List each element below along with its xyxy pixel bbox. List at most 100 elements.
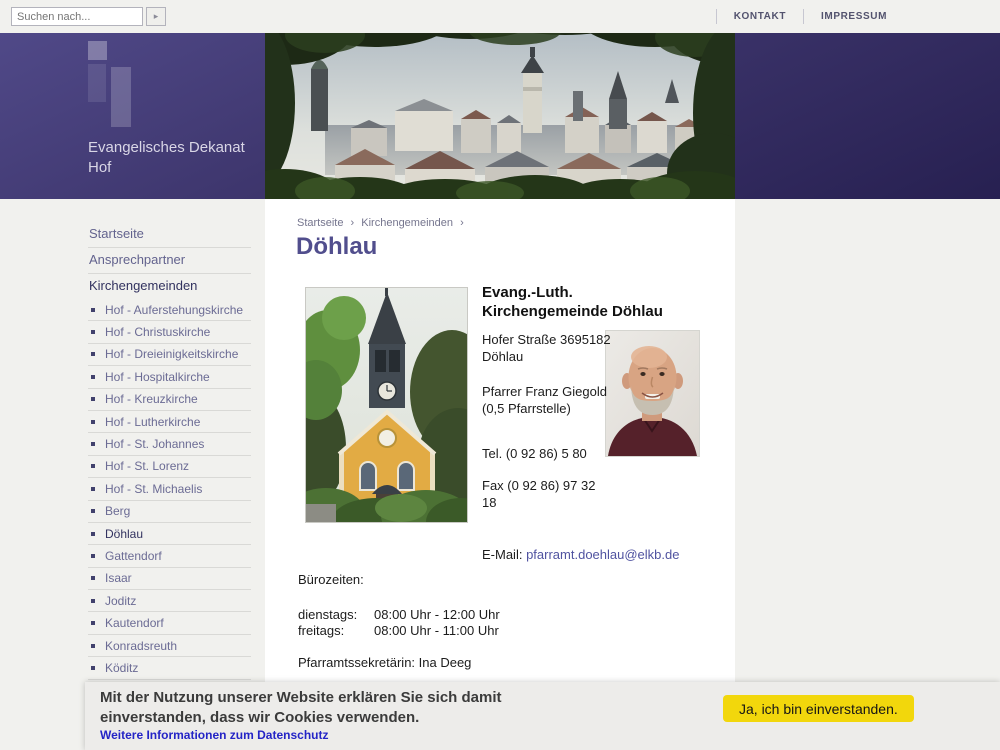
bullet-icon [91, 532, 95, 536]
sidebar-item-label: Köditz [105, 661, 138, 675]
search-form: ▸ [11, 7, 166, 26]
office-day: dienstags: [298, 607, 374, 623]
office-hours-row: freitags: 08:00 Uhr - 11:00 Uhr [298, 623, 500, 639]
cookie-banner: Mit der Nutzung unserer Website erklären… [85, 682, 1000, 750]
site-logo-icon[interactable] [88, 41, 148, 131]
bullet-icon [91, 375, 95, 379]
bullet-icon [91, 509, 95, 513]
bullet-icon [91, 621, 95, 625]
logo-block [111, 67, 131, 127]
email-line: E-Mail: pfarramt.doehlau@elkb.de [482, 546, 717, 563]
site-title[interactable]: Evangelisches Dekanat Hof [88, 138, 258, 177]
sidebar-item-doehlau[interactable]: Döhlau [88, 523, 251, 545]
sidebar-item-joditz[interactable]: Joditz [88, 590, 251, 612]
sidebar-item-label: Hof - Auferstehungskirche [105, 303, 243, 317]
sidebar-item-label: Hof - Hospitalkirche [105, 370, 210, 384]
sidebar-item-koeditz[interactable]: Köditz [88, 657, 251, 679]
logo-block [88, 64, 106, 102]
header: Evangelisches Dekanat Hof [0, 33, 1000, 199]
sidebar-item-label: Hof - St. Lorenz [105, 459, 189, 473]
sidebar-item-kautendorf[interactable]: Kautendorf [88, 612, 251, 634]
search-submit-button[interactable]: ▸ [146, 7, 166, 26]
sidebar-item-label: Hof - Christuskirche [105, 325, 210, 339]
logo-block [88, 41, 107, 60]
sidebar-item-berg[interactable]: Berg [88, 501, 251, 523]
sidebar-nav: Startseite Ansprechpartner Kirchengemein… [88, 222, 251, 702]
sidebar-item-isaar[interactable]: Isaar [88, 568, 251, 590]
breadcrumb-separator-icon: › [460, 217, 464, 229]
breadcrumb-startseite[interactable]: Startseite [297, 217, 343, 229]
sidebar-item-hof-hospitalkirche[interactable]: Hof - Hospitalkirche [88, 366, 251, 388]
topbar-links: KONTAKT IMPRESSUM [716, 0, 904, 33]
sidebar-item-label: Hof - Kreuzkirche [105, 392, 198, 406]
bullet-icon [91, 308, 95, 312]
cookie-message: Mit der Nutzung unserer Website erklären… [100, 688, 605, 729]
sidebar-item-ansprechpartner[interactable]: Ansprechpartner [88, 248, 251, 274]
office-hours-title: Bürozeiten: [298, 572, 500, 588]
church-photo-image [305, 287, 468, 523]
pastor-name: Pfarrer Franz Giegold (0,5 Pfarrstelle) [482, 383, 620, 417]
bullet-icon [91, 352, 95, 356]
office-time: 08:00 Uhr - 11:00 Uhr [374, 623, 499, 639]
search-input[interactable] [11, 7, 143, 26]
sidebar-item-hof-kreuzkirche[interactable]: Hof - Kreuzkirche [88, 389, 251, 411]
sidebar-item-label: Berg [105, 504, 130, 518]
breadcrumb-separator-icon: › [351, 217, 355, 229]
parish-info: Evang.-Luth. Kirchengemeinde Döhlau Hofe… [482, 283, 722, 563]
office-time: 08:00 Uhr - 12:00 Uhr [374, 607, 500, 623]
office-hours-section: Bürozeiten: dienstags: 08:00 Uhr - 12:00… [298, 572, 500, 671]
sidebar-item-hof-st-lorenz[interactable]: Hof - St. Lorenz [88, 456, 251, 478]
search-submit-icon: ▸ [154, 11, 159, 21]
header-city-photo [265, 33, 735, 199]
sidebar-item-hof-lutherkirche[interactable]: Hof - Lutherkirche [88, 411, 251, 433]
main-content: Startseite › Kirchengemeinden › Döhlau [265, 199, 735, 750]
sidebar-item-label: Döhlau [105, 527, 143, 541]
bullet-icon [91, 576, 95, 580]
sidebar-item-kirchengemeinden[interactable]: Kirchengemeinden [88, 274, 251, 299]
bullet-icon [91, 420, 95, 424]
topbar: ▸ KONTAKT IMPRESSUM [0, 0, 1000, 33]
office-day: freitags: [298, 623, 374, 639]
parish-address: Hofer Straße 3695182 Döhlau [482, 331, 614, 365]
bullet-icon [91, 464, 95, 468]
sidebar-item-label: Hof - Lutherkirche [105, 415, 200, 429]
impressum-link[interactable]: IMPRESSUM [803, 9, 904, 24]
bullet-icon [91, 442, 95, 446]
datenschutz-link[interactable]: Weitere Informationen zum Datenschutz [100, 728, 328, 742]
sidebar-item-label: Isaar [105, 571, 132, 585]
sidebar-item-hof-st-johannes[interactable]: Hof - St. Johannes [88, 433, 251, 455]
breadcrumb: Startseite › Kirchengemeinden › [297, 217, 468, 229]
bullet-icon [91, 599, 95, 603]
sidebar-item-label: Joditz [105, 594, 136, 608]
fax-number: Fax (0 92 86) 97 32 18 [482, 477, 608, 511]
bullet-icon [91, 330, 95, 334]
kontakt-link[interactable]: KONTAKT [716, 9, 803, 24]
sidebar-item-hof-st-michaelis[interactable]: Hof - St. Michaelis [88, 478, 251, 500]
sidebar-item-label: Gattendorf [105, 549, 162, 563]
bullet-icon [91, 397, 95, 401]
sidebar-item-label: Konradsreuth [105, 639, 177, 653]
sidebar-item-label: Hof - St. Michaelis [105, 482, 202, 496]
breadcrumb-kirchengemeinden[interactable]: Kirchengemeinden [361, 217, 453, 229]
cookie-accept-button[interactable]: Ja, ich bin einverstanden. [723, 695, 914, 722]
bullet-icon [91, 644, 95, 648]
sidebar-item-label: Kautendorf [105, 616, 164, 630]
sidebar-item-label: Hof - Dreieinigkeitskirche [105, 347, 238, 361]
bullet-icon [91, 487, 95, 491]
sidebar-item-label: Hof - St. Johannes [105, 437, 204, 451]
secretary-line: Pfarramtssekretärin: Ina Deeg [298, 655, 500, 671]
email-label: E-Mail: [482, 547, 522, 562]
bullet-icon [91, 554, 95, 558]
sidebar-item-konradsreuth[interactable]: Konradsreuth [88, 635, 251, 657]
sidebar-item-hof-auferstehungskirche[interactable]: Hof - Auferstehungskirche [88, 299, 251, 321]
phone-number: Tel. (0 92 86) 5 80 [482, 445, 622, 462]
bullet-icon [91, 666, 95, 670]
parish-heading: Evang.-Luth. Kirchengemeinde Döhlau [482, 283, 664, 321]
sidebar-item-startseite[interactable]: Startseite [88, 222, 251, 248]
sidebar-item-hof-dreieinigkeitskirche[interactable]: Hof - Dreieinigkeitskirche [88, 344, 251, 366]
email-link[interactable]: pfarramt.doehlau@elkb.de [526, 547, 679, 562]
sidebar-item-gattendorf[interactable]: Gattendorf [88, 545, 251, 567]
page-title: Döhlau [296, 233, 377, 261]
office-hours-row: dienstags: 08:00 Uhr - 12:00 Uhr [298, 607, 500, 623]
sidebar-item-hof-christuskirche[interactable]: Hof - Christuskirche [88, 321, 251, 343]
